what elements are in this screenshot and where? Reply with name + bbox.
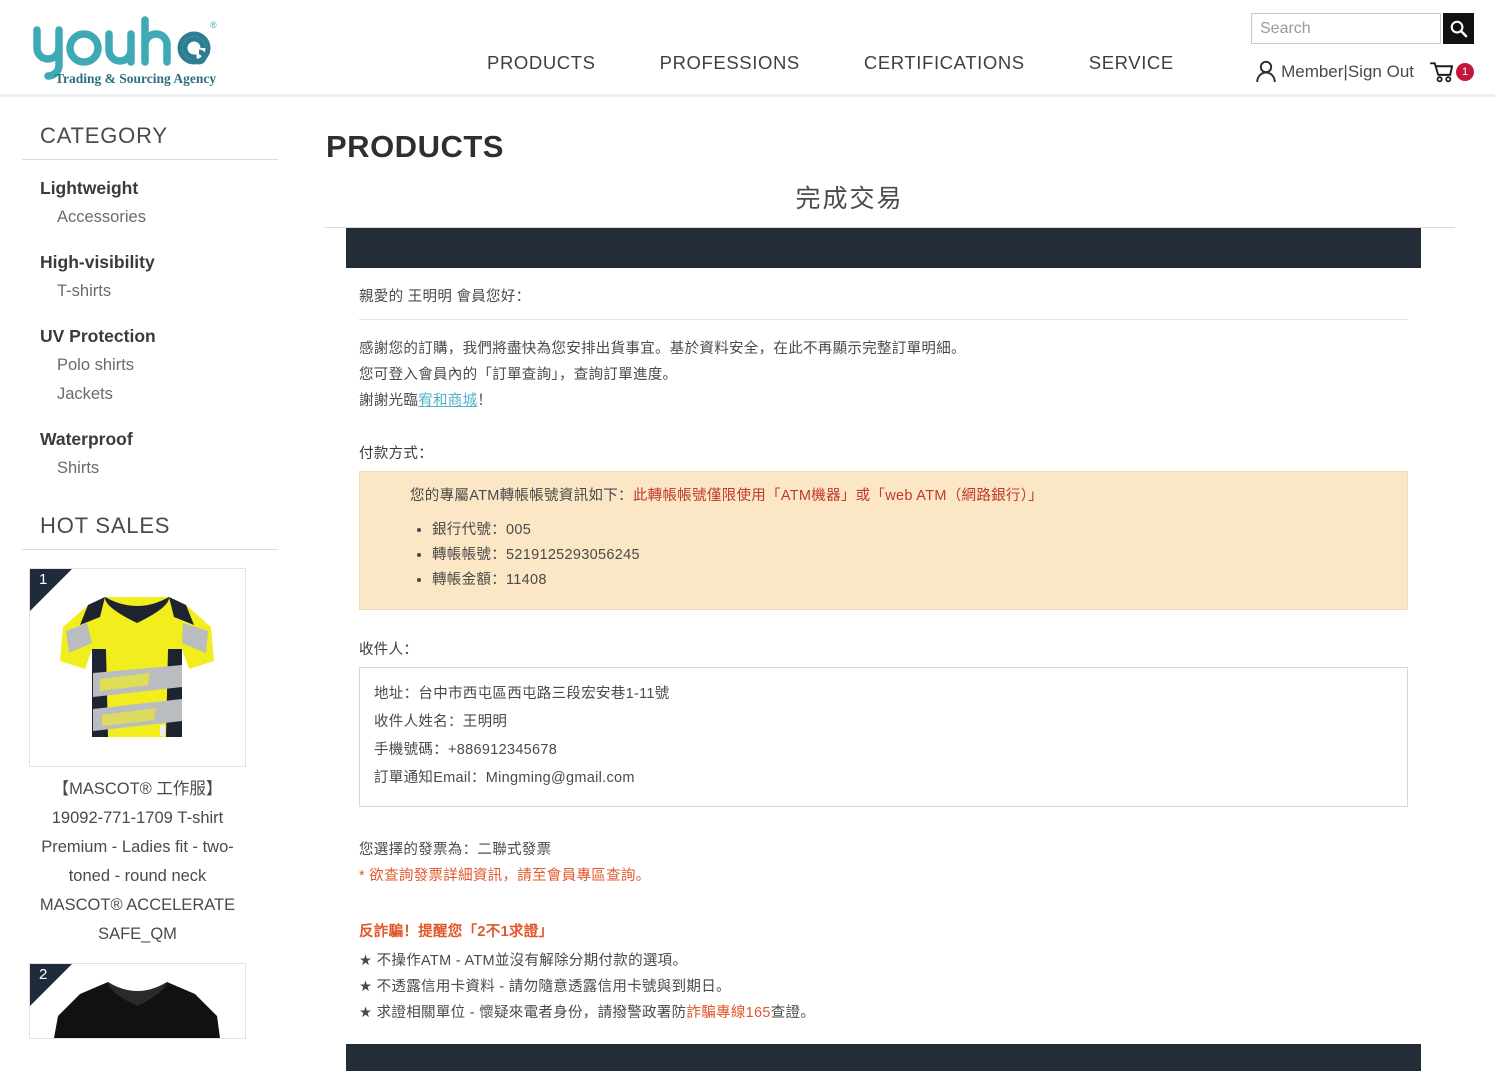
- transaction-complete-title: 完成交易: [795, 185, 904, 213]
- shopping-cart-icon: [1430, 62, 1454, 83]
- payment-account-number: 轉帳帳號：5219125293056245: [432, 543, 1389, 568]
- category-group: UV Protection Polo shirts Jackets: [40, 322, 300, 409]
- user-icon: [1256, 60, 1276, 83]
- logo-graphic: ® Trading & Sourcing Agency: [33, 16, 217, 86]
- hot-sale-item-2[interactable]: 2: [29, 963, 246, 1039]
- anti-fraud-heading: 反詐騙！提醒您「2不1求證」: [359, 924, 554, 940]
- sidebar-item-uv-protection[interactable]: UV Protection: [40, 322, 300, 351]
- search-button[interactable]: [1443, 13, 1474, 44]
- product-thumbnail[interactable]: 2: [29, 963, 246, 1039]
- sidebar: CATEGORY Lightweight Accessories High-vi…: [0, 97, 300, 1071]
- sidebar-item-high-visibility[interactable]: High-visibility: [40, 248, 300, 277]
- product-thumbnail[interactable]: 1: [29, 568, 246, 767]
- anti-fraud-item-2: ★ 不透露信用卡資料 - 請勿隨意透露信用卡號與到期日。: [359, 979, 731, 995]
- anti-fraud-item-3: ★ 求證相關單位 - 懷疑來電者身份，請撥警政署防詐騙專線165查證。: [359, 1000, 1408, 1026]
- member-area: Member|Sign Out 1: [1255, 60, 1474, 84]
- anti-fraud-item-3-prefix: ★ 求證相關單位 - 懷疑來電者身份，請撥警政署防: [359, 1005, 687, 1021]
- nav-item-products[interactable]: PRODUCTS: [455, 52, 628, 74]
- cart-button[interactable]: 1: [1430, 61, 1474, 83]
- sidebar-item-shirts[interactable]: Shirts: [40, 454, 300, 483]
- recipient-phone: 手機號碼：+886912345678: [374, 742, 558, 758]
- product-title[interactable]: 【MASCOT® 工作服】19092-771-1709 T-shirt Prem…: [29, 775, 246, 949]
- rank-ribbon: [30, 569, 72, 611]
- rank-ribbon: [30, 964, 72, 1006]
- category-group: Lightweight Accessories: [40, 174, 300, 232]
- sidebar-item-polo-shirts[interactable]: Polo shirts: [40, 351, 300, 380]
- payment-lead: 您的專屬ATM轉帳帳號資訊如下：此轉帳帳號僅限使用「ATM機器」或「web AT…: [378, 484, 1389, 508]
- payment-amount: 轉帳金額：11408: [432, 568, 1389, 593]
- thanks-prefix: 謝謝光臨: [359, 393, 419, 409]
- panel-bottom-bar: [346, 1044, 1421, 1071]
- cart-count-badge: 1: [1456, 63, 1474, 81]
- recipient-info-box: 地址：台中市西屯區西屯路三段宏安巷1-11號 收件人姓名：王明明 手機號碼：+8…: [359, 667, 1408, 807]
- intro-line-1: 感謝您的訂購，我們將盡快為您安排出貨事宜。基於資料安全，在此不再顯示完整訂單明細…: [359, 341, 966, 357]
- invoice-type: 您選擇的發票為：二聯式發票: [359, 842, 552, 858]
- logo-registered-mark: ®: [210, 20, 217, 30]
- page-body: CATEGORY Lightweight Accessories High-vi…: [0, 97, 1495, 1071]
- site-header: ® Trading & Sourcing Agency PRODUCTS PRO…: [0, 0, 1495, 97]
- order-confirmation-panel: 親愛的 王明明 會員您好： 感謝您的訂購，我們將盡快為您安排出貨事宜。基於資料安…: [346, 228, 1421, 1071]
- sidebar-item-lightweight[interactable]: Lightweight: [40, 174, 300, 203]
- greeting-text: 親愛的 王明明 會員您好：: [359, 268, 1408, 320]
- sidebar-hot-sales-heading: HOT SALES: [22, 503, 278, 550]
- main-content: PRODUCTS 完成交易 親愛的 王明明 會員您好： 感謝您的訂購，我們將盡快…: [300, 97, 1495, 1071]
- recipient-label: 收件人：: [359, 642, 419, 658]
- store-link[interactable]: 宥和商城: [418, 393, 477, 409]
- category-list: Lightweight Accessories High-visibility …: [0, 160, 300, 483]
- payment-detail-list: 銀行代號：005 轉帳帳號：5219125293056245 轉帳金額：1140…: [378, 518, 1389, 593]
- site-logo[interactable]: ® Trading & Sourcing Agency: [27, 8, 227, 88]
- nav-item-professions[interactable]: PROFESSIONS: [628, 52, 832, 74]
- payment-lead-warning: 此轉帳帳號僅限使用「ATM機器」或「web ATM（網路銀行）」: [632, 488, 1044, 504]
- logo-tagline-text: Trading & Sourcing Agency: [55, 71, 216, 86]
- recipient-email: 訂單通知Email：Mingming@gmail.com: [374, 770, 635, 786]
- intro-line-2: 您可登入會員內的「訂單查詢」，查詢訂單進度。: [359, 367, 678, 383]
- main-navigation: PRODUCTS PROFESSIONS CERTIFICATIONS SERV…: [455, 52, 1206, 74]
- search-icon: [1450, 20, 1468, 38]
- payment-method-label: 付款方式：: [359, 446, 433, 462]
- thanks-suffix: ！: [477, 393, 493, 409]
- thanks-line: 謝謝光臨宥和商城！: [359, 388, 1408, 414]
- invoice-block: 您選擇的發票為：二聯式發票 * 欲查詢發票詳細資訊，請至會員專區查詢。: [359, 837, 1408, 889]
- sidebar-item-t-shirts[interactable]: T-shirts: [40, 277, 300, 306]
- intro-paragraphs: 感謝您的訂購，我們將盡快為您安排出貨事宜。基於資料安全，在此不再顯示完整訂單明細…: [359, 320, 1408, 414]
- page-title: PRODUCTS: [326, 129, 504, 164]
- anti-fraud-block: 反詐騙！提醒您「2不1求證」 ★ 不操作ATM - ATM並沒有解除分期付款的選…: [359, 919, 1408, 1026]
- panel-top-bar: [346, 228, 1421, 268]
- sidebar-category-heading: CATEGORY: [22, 123, 278, 160]
- rank-number: 2: [39, 966, 48, 983]
- invoice-note: * 欲查詢發票詳細資訊，請至會員專區查詢。: [359, 868, 651, 884]
- nav-item-certifications[interactable]: CERTIFICATIONS: [832, 52, 1057, 74]
- search-area: [1251, 13, 1474, 44]
- category-group: High-visibility T-shirts: [40, 248, 300, 306]
- rank-number: 1: [39, 571, 48, 588]
- panel-body: 親愛的 王明明 會員您好： 感謝您的訂購，我們將盡快為您安排出貨事宜。基於資料安…: [346, 268, 1421, 1026]
- payment-info-box: 您的專屬ATM轉帳帳號資訊如下：此轉帳帳號僅限使用「ATM機器」或「web AT…: [359, 471, 1408, 610]
- payment-bank-code: 銀行代號：005: [432, 518, 1389, 543]
- fraud-hotline-highlight: 詐騙專線165: [686, 1005, 771, 1021]
- search-input[interactable]: [1251, 13, 1441, 44]
- recipient-address: 地址：台中市西屯區西屯路三段宏安巷1-11號: [374, 686, 670, 702]
- recipient-name: 收件人姓名：王明明: [374, 714, 508, 730]
- member-signout-link[interactable]: Member|Sign Out: [1281, 62, 1414, 82]
- sidebar-item-waterproof[interactable]: Waterproof: [40, 425, 300, 454]
- anti-fraud-item-1: ★ 不操作ATM - ATM並沒有解除分期付款的選項。: [359, 953, 688, 969]
- category-group: Waterproof Shirts: [40, 425, 300, 483]
- payment-lead-normal: 您的專屬ATM轉帳帳號資訊如下：: [410, 488, 633, 504]
- nav-item-service[interactable]: SERVICE: [1057, 52, 1206, 74]
- hot-sales-list: 1 【MASCOT® 工作服】19092-771-1709 T-shirt Pr…: [0, 550, 300, 1039]
- sidebar-item-accessories[interactable]: Accessories: [40, 203, 300, 232]
- anti-fraud-item-3-suffix: 查證。: [770, 1005, 816, 1021]
- hot-sale-item-1[interactable]: 1 【MASCOT® 工作服】19092-771-1709 T-shirt Pr…: [29, 568, 246, 949]
- sidebar-item-jackets[interactable]: Jackets: [40, 380, 300, 409]
